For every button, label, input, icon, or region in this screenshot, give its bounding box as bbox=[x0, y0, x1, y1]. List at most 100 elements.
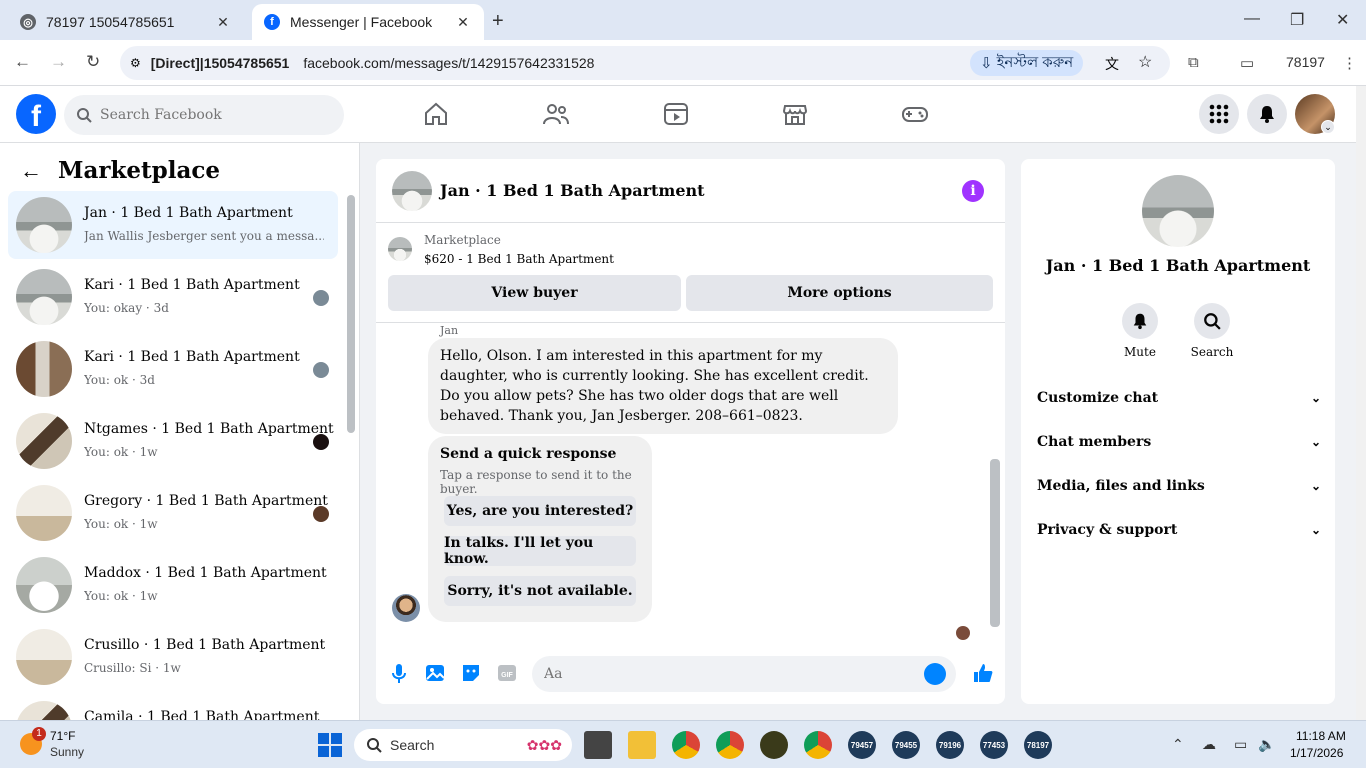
install-app-chip[interactable]: ⇩ ইনস্টল করুন bbox=[970, 50, 1084, 76]
close-tab-icon[interactable]: ✕ bbox=[214, 14, 232, 31]
chevron-down-icon[interactable]: ⌄ bbox=[1321, 120, 1335, 134]
page-scrollbar[interactable] bbox=[1356, 86, 1366, 720]
conversation-item[interactable]: Maddox · 1 Bed 1 Bath Apartment You: ok … bbox=[8, 551, 338, 619]
weather-badge: 1 bbox=[32, 727, 46, 741]
conversation-item[interactable]: Ntgames · 1 Bed 1 Bath Apartment You: ok… bbox=[8, 407, 338, 475]
site-info-icon[interactable]: ⚙ bbox=[130, 56, 141, 70]
windows-start-icon[interactable] bbox=[318, 733, 342, 757]
info-icon[interactable]: i bbox=[962, 180, 984, 202]
taskbar-search[interactable]: Search ✿✿✿ bbox=[354, 729, 572, 761]
browser-tab-inactive[interactable]: ◎ 78197 15054785651 ✕ bbox=[8, 4, 244, 40]
back-arrow-icon[interactable]: ← bbox=[20, 158, 42, 184]
app-icon[interactable]: 78197 bbox=[1024, 731, 1052, 759]
profile-label[interactable]: 78197 bbox=[1286, 54, 1325, 70]
more-options-button[interactable]: More options bbox=[686, 275, 993, 311]
message-input[interactable] bbox=[544, 666, 904, 682]
thumbs-up-icon[interactable] bbox=[972, 662, 994, 684]
conversation-item[interactable]: Kari · 1 Bed 1 Bath Apartment You: okay … bbox=[8, 263, 338, 331]
extensions-icon[interactable]: ⧉ bbox=[1188, 54, 1199, 71]
quick-response-option[interactable]: Sorry, it's not available. bbox=[444, 576, 636, 606]
home-icon[interactable] bbox=[422, 100, 450, 128]
friends-icon[interactable] bbox=[542, 100, 570, 128]
menu-grid-icon[interactable] bbox=[1199, 94, 1239, 134]
seen-avatar bbox=[313, 434, 329, 450]
clock-time[interactable]: 11:18 AM bbox=[1296, 729, 1346, 743]
notifications-bell-icon[interactable] bbox=[1247, 94, 1287, 134]
conversation-item[interactable]: Kari · 1 Bed 1 Bath Apartment You: ok · … bbox=[8, 335, 338, 403]
chrome-icon[interactable] bbox=[672, 731, 700, 759]
chat-info-name: Jan · 1 Bed 1 Bath Apartment bbox=[1045, 256, 1311, 275]
task-view-icon[interactable] bbox=[584, 731, 612, 759]
bookmark-star-icon[interactable]: ☆ bbox=[1138, 52, 1152, 72]
minimize-button[interactable]: — bbox=[1244, 10, 1260, 28]
app-icon[interactable]: 79455 bbox=[892, 731, 920, 759]
conversation-item[interactable]: Camila · 1 Bed 1 Bath Apartment bbox=[8, 695, 338, 720]
url-text[interactable]: facebook.com/messages/t/1429157642331528 bbox=[303, 55, 594, 71]
forward-icon[interactable]: → bbox=[50, 52, 67, 72]
network-icon[interactable]: ▭ bbox=[1234, 736, 1247, 753]
view-buyer-button[interactable]: View buyer bbox=[388, 275, 681, 311]
tab-title: Messenger | Facebook bbox=[290, 14, 433, 30]
chrome-icon[interactable] bbox=[804, 731, 832, 759]
listing-title[interactable]: $620 - 1 Bed 1 Bath Apartment bbox=[424, 252, 614, 266]
taskbar-search-label: Search bbox=[390, 737, 435, 753]
search-input[interactable] bbox=[100, 107, 320, 123]
chevron-up-icon[interactable]: ⌃ bbox=[1172, 736, 1184, 753]
marketplace-icon[interactable] bbox=[781, 100, 809, 128]
close-tab-icon[interactable]: ✕ bbox=[454, 14, 472, 31]
browser-tab-active[interactable]: f Messenger | Facebook ✕ bbox=[252, 4, 484, 40]
conversation-item[interactable]: Gregory · 1 Bed 1 Bath Apartment You: ok… bbox=[8, 479, 338, 547]
menu-icon[interactable]: ⋮ bbox=[1342, 54, 1357, 72]
sticker-icon[interactable] bbox=[460, 662, 482, 684]
cast-icon[interactable]: ▭ bbox=[1240, 54, 1254, 72]
photo-icon[interactable] bbox=[424, 662, 446, 684]
translate-icon[interactable]: 文 bbox=[1105, 54, 1119, 74]
gaming-icon[interactable] bbox=[901, 100, 929, 128]
reload-icon[interactable]: ↻ bbox=[86, 52, 100, 72]
conversation-item[interactable]: Jan · 1 Bed 1 Bath Apartment Jan Wallis … bbox=[8, 191, 338, 259]
weather-condition[interactable]: Sunny bbox=[50, 745, 84, 759]
app-icon[interactable]: 79457 bbox=[848, 731, 876, 759]
conversation-preview: You: ok · 1w bbox=[84, 445, 158, 459]
file-explorer-icon[interactable] bbox=[628, 731, 656, 759]
cloud-off-icon[interactable]: ☁ bbox=[1202, 736, 1216, 753]
search-label: Search bbox=[1190, 345, 1234, 359]
quick-response-option[interactable]: In talks. I'll let you know. bbox=[444, 535, 636, 567]
close-window-button[interactable]: ✕ bbox=[1336, 10, 1349, 30]
emoji-icon[interactable] bbox=[924, 663, 946, 685]
quick-response-title: Send a quick response bbox=[440, 446, 617, 462]
gif-icon[interactable]: GIF bbox=[496, 662, 518, 684]
app-label: 79457 bbox=[850, 740, 874, 750]
messages-scrollbar[interactable] bbox=[990, 459, 1000, 627]
chat-avatar[interactable] bbox=[392, 171, 432, 211]
address-bar[interactable]: ⚙ [Direct]|15054785651 facebook.com/mess… bbox=[120, 46, 1170, 80]
weather-temperature[interactable]: 71°F bbox=[50, 729, 75, 743]
search-conversation-button[interactable]: Search bbox=[1182, 303, 1242, 359]
video-icon[interactable] bbox=[662, 100, 690, 128]
restore-button[interactable]: ❐ bbox=[1290, 10, 1304, 30]
chrome-icon[interactable] bbox=[716, 731, 744, 759]
section-chat-members[interactable]: Chat members ⌄ bbox=[1037, 430, 1321, 454]
chevron-down-icon: ⌄ bbox=[1310, 523, 1321, 537]
listing-thumbnail bbox=[16, 341, 72, 397]
chat-info-avatar[interactable] bbox=[1142, 175, 1214, 247]
mute-button[interactable]: Mute bbox=[1110, 303, 1170, 359]
section-privacy-support[interactable]: Privacy & support ⌄ bbox=[1037, 518, 1321, 542]
new-tab-button[interactable]: + bbox=[492, 10, 504, 33]
quick-response-option[interactable]: Yes, are you interested? bbox=[444, 496, 636, 526]
section-customize-chat[interactable]: Customize chat ⌄ bbox=[1037, 386, 1321, 410]
volume-icon[interactable]: 🔈 bbox=[1258, 736, 1275, 753]
app-icon[interactable]: 77453 bbox=[980, 731, 1008, 759]
conversation-item[interactable]: Crusillo · 1 Bed 1 Bath Apartment Crusil… bbox=[8, 623, 338, 691]
clock-date[interactable]: 1/17/2026 bbox=[1290, 746, 1343, 760]
facebook-search[interactable] bbox=[64, 95, 344, 135]
section-media-files-links[interactable]: Media, files and links ⌄ bbox=[1037, 474, 1321, 498]
sidebar-scrollbar[interactable] bbox=[347, 195, 355, 433]
app-icon[interactable]: 79196 bbox=[936, 731, 964, 759]
microphone-icon[interactable] bbox=[388, 662, 410, 684]
windows-taskbar: 1 71°F Sunny Search ✿✿✿ 79457 79455 7919… bbox=[0, 720, 1366, 768]
app-icon[interactable] bbox=[760, 731, 788, 759]
chat-title[interactable]: Jan · 1 Bed 1 Bath Apartment bbox=[440, 181, 705, 200]
back-icon[interactable]: ← bbox=[14, 52, 31, 72]
facebook-logo-icon[interactable]: f bbox=[16, 94, 56, 134]
